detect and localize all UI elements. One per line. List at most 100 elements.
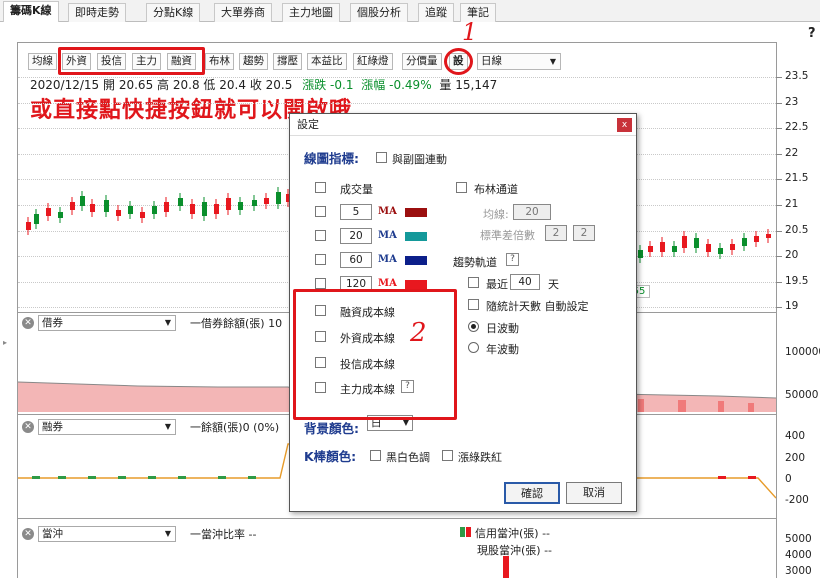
recent-days-input[interactable]: 40 (510, 274, 540, 290)
candle-body (252, 200, 257, 206)
bw-checkbox[interactable] (370, 450, 381, 461)
quote-open: 20.65 (118, 78, 154, 92)
candle-body (46, 208, 51, 216)
candle-body (140, 212, 145, 218)
candle-body (164, 202, 169, 212)
candle-body (226, 198, 231, 210)
candle-body (638, 250, 643, 258)
ma-period-input[interactable]: 20 (340, 228, 372, 244)
price-axis-label: 21 (785, 198, 799, 210)
candle-body (718, 248, 723, 254)
bollinger-label: 布林通道 (474, 183, 518, 196)
ma-checkbox[interactable] (315, 206, 326, 217)
candle-body (128, 206, 133, 214)
price-gridline (18, 102, 776, 104)
tab-track[interactable]: 追蹤 (418, 3, 454, 22)
price-axis-tick (776, 102, 782, 104)
tab-stock-analysis[interactable]: 個股分析 (350, 3, 408, 22)
short-axis-0: 0 (785, 473, 792, 485)
panel-short-legend: 一餘額(張)0 (0%) (190, 421, 280, 434)
toolbar-price-volume-button[interactable]: 分價量 (402, 53, 442, 70)
ma-color-swatch[interactable] (405, 280, 427, 289)
ma-color-swatch[interactable] (405, 232, 427, 241)
daily-wave-label: 日波動 (486, 322, 519, 335)
daytrade-axis-3000: 3000 (785, 565, 812, 577)
ma-checkbox[interactable] (315, 278, 326, 289)
tab-big-broker[interactable]: 大單券商 (214, 3, 272, 22)
candle-body (694, 238, 699, 248)
volume-checkbox[interactable] (315, 182, 326, 193)
toolbar-trend-button[interactable]: 趨勢 (239, 53, 268, 70)
toolbar-ma-button[interactable]: 均線 (28, 53, 57, 70)
ma-period-input[interactable]: 5 (340, 204, 372, 220)
panel-lending-header: ✕ 借券 ▼ 一借券餘額(張) 10 (22, 315, 282, 331)
top-tab-bar: 籌碼K線 即時走勢 分點K線 大單券商 主力地圖 個股分析 追蹤 筆記 (0, 0, 820, 22)
candle-body (202, 202, 207, 216)
period-select[interactable]: 日線 ▼ (477, 53, 561, 70)
daytrade-axis-4000: 4000 (785, 549, 812, 561)
price-axis-label: 19.5 (785, 274, 809, 287)
price-axis-tick (776, 230, 782, 232)
ok-button[interactable]: 確認 (504, 482, 560, 504)
avg-line-input[interactable]: 20 (513, 204, 551, 220)
recent-checkbox[interactable] (468, 277, 479, 288)
toolbar-bollinger-button[interactable]: 布林 (205, 53, 234, 70)
dialog-title: 設定 (290, 114, 636, 136)
candle-body (90, 204, 95, 212)
price-gridline (18, 77, 776, 78)
candle-body (238, 202, 243, 210)
panel-lending-select[interactable]: 借券 ▼ (38, 315, 176, 331)
ma-period-input[interactable]: 60 (340, 252, 372, 268)
toolbar-support-button[interactable]: 撐壓 (273, 53, 302, 70)
days-label: 天 (548, 278, 559, 291)
quote-change-label: 漲跌 (302, 78, 327, 92)
bollinger-checkbox[interactable] (456, 182, 467, 193)
help-mark[interactable]: ? (808, 26, 816, 41)
link-sub-checkbox[interactable] (376, 152, 387, 163)
candle-body (34, 214, 39, 224)
green-up-checkbox[interactable] (442, 450, 453, 461)
daily-wave-radio[interactable] (468, 321, 479, 332)
candle-body (104, 200, 109, 212)
close-icon[interactable]: ✕ (22, 317, 34, 329)
ma-checkbox[interactable] (315, 230, 326, 241)
cancel-button[interactable]: 取消 (566, 482, 622, 504)
ma-checkbox[interactable] (315, 254, 326, 265)
yearly-wave-label: 年波動 (486, 343, 519, 356)
quote-low: 20.4 (219, 78, 246, 92)
splitter-arrow-icon[interactable]: ▸ (3, 338, 7, 347)
std-input-2[interactable]: 2 (573, 225, 595, 241)
std-input-1[interactable]: 2 (545, 225, 567, 241)
ma-label: MA (378, 230, 397, 241)
toolbar-pe-button[interactable]: 本益比 (307, 53, 347, 70)
annotation-mark-1: 1 (462, 18, 478, 46)
short-axis-400: 400 (785, 430, 806, 442)
auto-checkbox[interactable] (468, 299, 479, 310)
panel-short-header: ✕ 融券 ▼ 一餘額(張)0 (0%) (22, 419, 279, 435)
candle-body (58, 212, 63, 218)
tab-chip-kline[interactable]: 籌碼K線 (3, 1, 59, 22)
toolbar-traffic-button[interactable]: 紅綠燈 (353, 53, 393, 70)
main-indicator-title: 線圖指標: (304, 151, 359, 166)
ma-color-swatch[interactable] (405, 208, 427, 217)
tab-realtime[interactable]: 即時走勢 (68, 3, 126, 22)
tab-branch-kline[interactable]: 分點K線 (146, 3, 201, 22)
ma-color-swatch[interactable] (405, 256, 427, 265)
quote-line: 2020/12/15 開 20.65 高 20.8 低 20.4 收 20.5 … (30, 76, 497, 93)
yearly-wave-radio[interactable] (468, 342, 479, 353)
shortcut-highlight-box (58, 47, 205, 75)
dialog-close-button[interactable]: x (617, 118, 632, 132)
price-axis-tick (776, 77, 782, 78)
candle-body (660, 242, 665, 252)
close-icon[interactable]: ✕ (22, 528, 34, 540)
chevron-down-icon: ▼ (164, 318, 171, 327)
price-axis-label: 21.5 (785, 172, 809, 185)
panel-daytrade-select[interactable]: 當沖 ▼ (38, 526, 176, 542)
ma-label: MA (378, 278, 397, 289)
close-icon[interactable]: ✕ (22, 421, 34, 433)
panel-short-select[interactable]: 融券 ▼ (38, 419, 176, 435)
bw-label: 黑白色調 (386, 451, 430, 464)
help-icon[interactable]: ? (506, 253, 519, 266)
tab-main-map[interactable]: 主力地圖 (282, 3, 340, 22)
candle-body (682, 236, 687, 248)
